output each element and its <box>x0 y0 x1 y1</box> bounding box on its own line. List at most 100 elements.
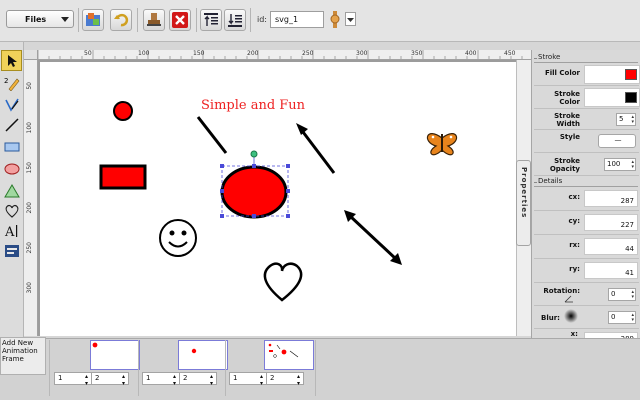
close-icon <box>172 12 188 28</box>
small-circle-shape[interactable] <box>113 101 133 121</box>
frame-divider <box>138 340 139 396</box>
stroke-style-select[interactable]: — <box>598 134 636 148</box>
style-row: Style — <box>534 131 639 153</box>
chevron-down-icon <box>347 18 354 22</box>
import-icon <box>86 13 100 26</box>
smiley-shape[interactable] <box>159 219 197 257</box>
stroke-width-stepper[interactable]: 5 ▴ ▾ <box>616 113 636 126</box>
selected-ellipse-shape[interactable] <box>220 165 288 219</box>
line-icon <box>4 117 19 132</box>
ruler-label: 100 <box>26 122 33 134</box>
toolbar-divider <box>137 8 138 32</box>
blur-stepper[interactable]: 0 ▴ ▾ <box>608 311 636 324</box>
cx-input[interactable]: 287 <box>584 190 638 207</box>
ruler-label: 50 <box>84 50 92 57</box>
frame-start-stepper[interactable]: 1 <box>142 372 180 387</box>
frame-end-stepper[interactable]: 2 <box>91 372 129 387</box>
ruler-label: 450 <box>504 50 516 57</box>
ruler-label: 150 <box>193 50 205 57</box>
rx-input[interactable]: 44 <box>584 238 638 255</box>
heart-icon <box>4 204 19 218</box>
stroke-opacity-stepper[interactable]: 100 ▴ ▾ <box>604 158 636 171</box>
id-label: id: <box>257 15 267 24</box>
stepper-arrows-icon: ▴ ▾ <box>631 114 634 125</box>
rectangle-shape[interactable] <box>99 164 147 190</box>
ruler-label: 400 <box>465 50 477 57</box>
pencil-tool[interactable]: 2 <box>1 72 22 93</box>
rotation-stepper[interactable]: 0 ▴ ▾ <box>608 288 636 301</box>
ellipse-tool[interactable] <box>1 158 22 179</box>
cy-input[interactable]: 227 <box>584 214 638 231</box>
stroke-style-value: — <box>614 136 622 144</box>
shape-library-tool[interactable] <box>1 200 22 221</box>
rotate-handle[interactable] <box>250 150 258 158</box>
rotation-row: Rotation: 0 ▴ ▾ <box>534 284 639 306</box>
properties-tab[interactable]: Properties <box>516 160 531 246</box>
rectangle-tool[interactable] <box>1 136 22 157</box>
rectangle-icon <box>4 142 19 151</box>
import-button[interactable] <box>82 9 104 31</box>
style-label: Style <box>559 133 580 141</box>
pencil-icon: 2 <box>4 77 19 91</box>
frame-preview <box>191 348 197 354</box>
select-tool[interactable] <box>1 50 22 71</box>
ruler-label: 200 <box>26 202 33 214</box>
undo-button[interactable] <box>110 9 132 31</box>
properties-panel: Stroke Fill Color Stroke Color Stroke Wi… <box>531 50 640 338</box>
frame-start-stepper[interactable]: 1 <box>229 372 267 387</box>
x-row: x: 289 <box>534 330 639 338</box>
id-dropdown[interactable] <box>345 12 356 26</box>
stroke-width-value: 5 <box>619 115 624 123</box>
fill-color-picker[interactable] <box>584 65 640 84</box>
clone-button[interactable] <box>143 9 165 31</box>
stroke-color-picker[interactable] <box>584 88 640 107</box>
svg-canvas[interactable]: Simple and Fun <box>38 60 516 336</box>
blur-row: Blur: 0 ▴ ▾ <box>534 307 639 329</box>
svg-text:A: A <box>4 225 15 239</box>
id-lock-toggle[interactable] <box>328 11 342 28</box>
frame-end-stepper[interactable]: 2 <box>179 372 217 387</box>
frame-preview <box>92 342 98 348</box>
files-menu[interactable]: Files <box>6 10 74 28</box>
toolbar-divider <box>250 8 251 32</box>
stamp-icon <box>147 13 161 26</box>
animation-frame-thumbnail[interactable] <box>264 340 314 370</box>
detail-row-ry: ry: 41 <box>534 260 639 283</box>
animation-frame-thumbnail[interactable] <box>90 340 140 370</box>
move-to-top-button[interactable] <box>200 9 222 31</box>
drawing-workarea[interactable]: Simple and Fun <box>38 60 516 336</box>
add-animation-frame-button[interactable]: Add New Animation Frame <box>0 337 46 375</box>
main-toolbar: Files id: svg_1 <box>0 0 640 42</box>
send-to-back-icon <box>228 14 242 27</box>
id-input[interactable]: svg_1 <box>270 11 324 28</box>
bring-to-front-icon <box>204 13 218 26</box>
title-text[interactable]: Simple and Fun <box>201 98 306 113</box>
image-tool[interactable] <box>1 240 22 261</box>
delete-button[interactable] <box>169 9 191 31</box>
detail-row-cx: cx: 287 <box>534 188 639 211</box>
chevron-down-icon <box>61 17 69 22</box>
animation-frame-thumbnail[interactable] <box>178 340 228 370</box>
stroke-width-row: Stroke Width 5 ▴ ▾ <box>534 110 639 130</box>
svg-text:2: 2 <box>4 77 8 85</box>
butterfly-image[interactable] <box>426 133 458 156</box>
fill-color-row: Fill Color <box>534 64 640 86</box>
ruler-label: 100 <box>138 50 150 57</box>
blur-icon <box>564 309 578 323</box>
frame-end-stepper[interactable]: 2 <box>266 372 304 387</box>
ry-input[interactable]: 41 <box>584 262 638 279</box>
vertical-ruler: 50 100 150 200 250 300 <box>24 60 38 336</box>
polygon-tool[interactable] <box>1 180 22 201</box>
line-tool[interactable] <box>1 114 22 135</box>
x-label: x: <box>570 330 578 338</box>
ruler-label: 250 <box>302 50 314 57</box>
horizontal-ruler: 50 100 150 200 250 300 350 400 450 <box>38 50 532 60</box>
cx-label: cx: <box>568 193 580 201</box>
move-to-bottom-button[interactable] <box>224 9 246 31</box>
stepper-arrows-icon: ▴ ▾ <box>631 312 634 323</box>
blur-value: 0 <box>611 313 616 321</box>
path-tool[interactable] <box>1 94 22 115</box>
stepper-arrows-icon: ▴ ▾ <box>631 289 634 300</box>
frame-start-stepper[interactable]: 1 <box>54 372 92 387</box>
text-tool[interactable]: A <box>1 220 22 241</box>
